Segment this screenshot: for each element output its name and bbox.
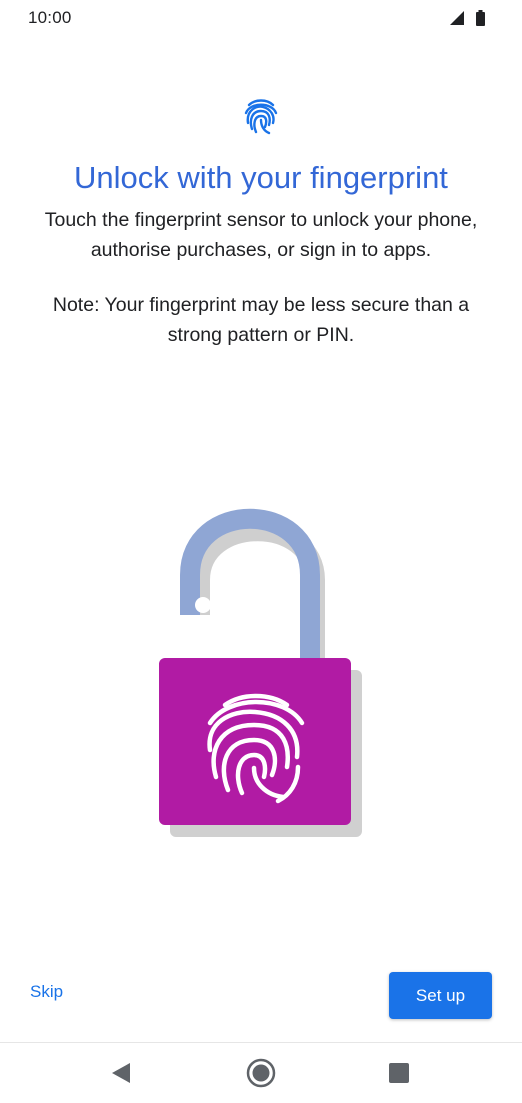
signal-icon [450, 11, 464, 25]
status-time: 10:00 [28, 8, 72, 27]
battery-icon [476, 10, 485, 26]
navigation-bar [0, 1042, 522, 1103]
page-title: Unlock with your fingerprint [74, 160, 448, 195]
status-bar: 10:00 [0, 0, 522, 36]
recents-icon[interactable] [383, 1057, 415, 1089]
skip-button[interactable]: Skip [30, 982, 63, 1002]
padlock-fingerprint-illustration [150, 495, 370, 845]
setup-button[interactable]: Set up [389, 972, 492, 1019]
status-icons [448, 9, 492, 27]
description-text: Touch the fingerprint sensor to unlock y… [44, 209, 478, 261]
home-icon[interactable] [245, 1057, 277, 1089]
fingerprint-icon [243, 96, 279, 136]
note-text: Note: Your fingerprint may be less secur… [52, 294, 470, 346]
back-icon[interactable] [104, 1057, 136, 1089]
